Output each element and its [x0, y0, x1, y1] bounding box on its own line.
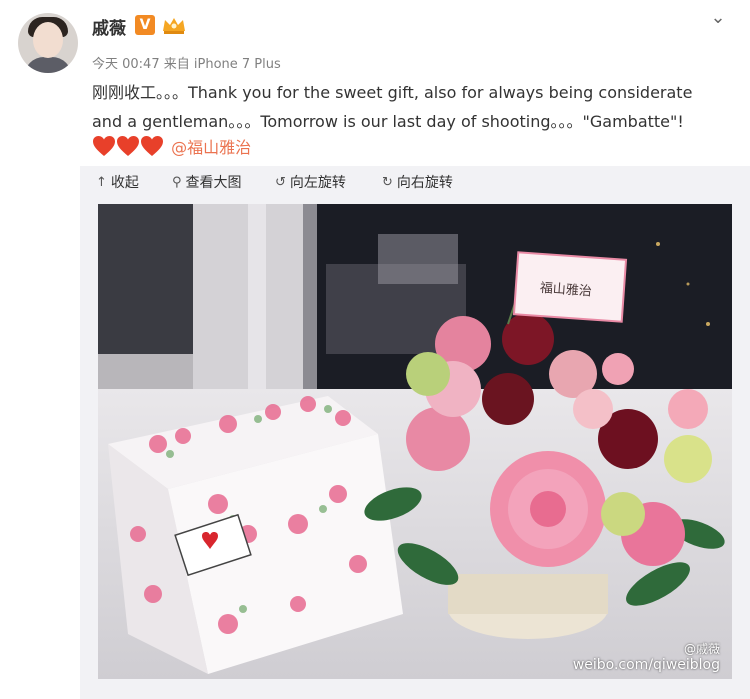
heart-emoji-icon — [117, 136, 139, 156]
rotate-left-button[interactable]: ↺ 向左旋转 — [275, 172, 346, 192]
avatar[interactable] — [18, 13, 78, 73]
magnifier-icon: ⚲ — [172, 174, 182, 190]
photo-watermark: @戚薇 weibo.com/qiweiblog — [573, 640, 720, 673]
post-text-line: 刚刚收工。。。Thank you for the sweet gift, als… — [92, 83, 693, 102]
username[interactable]: 戚薇 — [92, 14, 126, 39]
post-time[interactable]: 今天 00:47 — [92, 57, 160, 72]
mention-link[interactable]: @福山雅治 — [171, 138, 251, 157]
view-large-label: 查看大图 — [185, 175, 242, 191]
heart-emoji-icon — [141, 136, 163, 156]
collapse-button[interactable]: ↑ 收起 — [96, 172, 139, 192]
post-meta: 今天 00:47 来自 iPhone 7 Plus — [92, 53, 281, 72]
chevron-down-icon[interactable]: ⌄ — [706, 8, 730, 28]
emoji-mention-row: @福山雅治 — [92, 134, 251, 158]
verified-badge-icon[interactable]: V — [135, 15, 155, 35]
rotate-right-icon: ↻ — [382, 174, 393, 190]
rotate-right-label: 向右旋转 — [396, 175, 453, 191]
rotate-left-label: 向左旋转 — [289, 175, 346, 191]
photo-illustration: 福山雅治 — [98, 204, 732, 679]
watermark-name: @戚薇 — [683, 642, 720, 656]
rotate-right-button[interactable]: ↻ 向右旋转 — [382, 172, 453, 192]
view-large-button[interactable]: ⚲ 查看大图 — [172, 172, 242, 192]
collapse-label: 收起 — [110, 175, 139, 191]
collapse-up-icon: ↑ — [96, 174, 107, 190]
post-text: 刚刚收工。。。Thank you for the sweet gift, als… — [92, 78, 732, 136]
post-text-line: and a gentleman。。。Tomorrow is our last d… — [92, 112, 684, 131]
post-source: 来自 iPhone 7 Plus — [163, 57, 281, 72]
watermark-site: weibo.com/qiweiblog — [572, 657, 720, 673]
post-header: 戚薇 V 今天 00:47 来自 iPhone 7 Plus ⌄ — [0, 0, 750, 80]
rotate-left-icon: ↺ — [275, 174, 286, 190]
post-photo[interactable]: 福山雅治 @戚薇 weibo.com/qiweiblog — [98, 204, 732, 679]
member-crown-icon[interactable] — [161, 15, 187, 35]
heart-emoji-icon — [93, 136, 115, 156]
